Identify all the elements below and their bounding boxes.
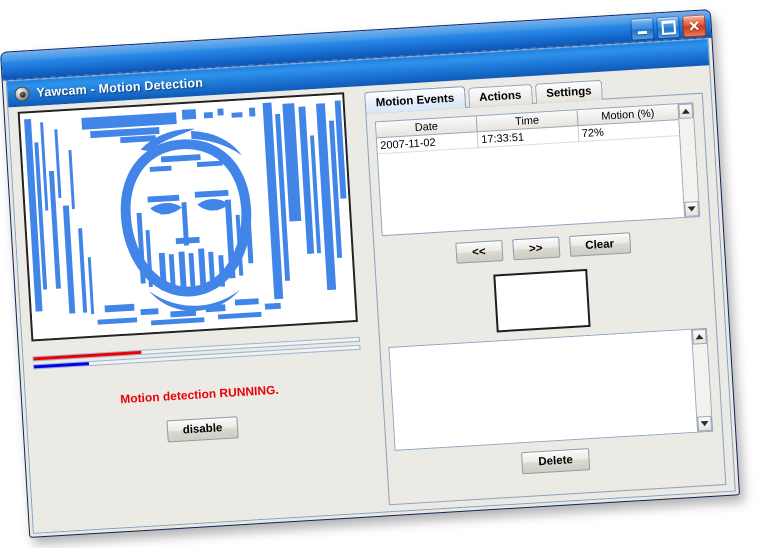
scroll-up-icon: [695, 334, 704, 340]
app-title-label: Yawcam - Motion Detection: [36, 75, 204, 100]
event-detail-list[interactable]: [389, 329, 698, 450]
navigation-buttons: << >> Clear: [374, 227, 711, 268]
motion-events-panel: Date Time Motion (%) 2007-11-02 17:33:51…: [365, 92, 727, 506]
webcam-icon: [14, 85, 30, 102]
motion-video-frame[interactable]: [17, 92, 358, 342]
scroll-down-icon: [687, 206, 696, 212]
scroll-up-button[interactable]: [691, 328, 707, 345]
left-pane: Motion detection RUNNING. disable: [8, 86, 381, 533]
level-bars: [32, 336, 361, 373]
scroll-up-button[interactable]: [678, 103, 694, 120]
event-detail-list-container: [388, 327, 714, 451]
event-preview-thumbnail[interactable]: [493, 268, 591, 333]
disable-button[interactable]: disable: [166, 416, 239, 443]
minimize-button[interactable]: [630, 17, 655, 41]
close-button[interactable]: ✕: [682, 14, 707, 38]
clear-button[interactable]: Clear: [568, 232, 631, 257]
right-pane: Motion Events Actions Settings Date Time…: [355, 65, 735, 512]
maximize-button[interactable]: [656, 15, 681, 40]
scroll-down-icon: [700, 420, 709, 427]
events-table: Date Time Motion (%) 2007-11-02 17:33:51…: [375, 104, 680, 154]
screenshot-root: ✕ Yawcam - Motion Detection Motion detec…: [0, 0, 761, 548]
scroll-track[interactable]: [692, 343, 712, 417]
scroll-down-button[interactable]: [697, 415, 713, 432]
scroll-up-icon: [681, 108, 690, 114]
motion-detection-mask: [19, 94, 356, 340]
delete-button[interactable]: Delete: [521, 448, 591, 475]
window-controls: ✕: [630, 14, 707, 41]
previous-button[interactable]: <<: [454, 240, 503, 264]
events-table-viewport: Date Time Motion (%) 2007-11-02 17:33:51…: [375, 104, 684, 235]
next-button[interactable]: >>: [511, 236, 560, 261]
threshold-level-fill: [33, 362, 90, 369]
tab-settings[interactable]: Settings: [534, 79, 604, 104]
scroll-down-button[interactable]: [684, 201, 700, 217]
status-message: Motion detection RUNNING.: [119, 382, 280, 407]
minimize-icon: [637, 30, 648, 35]
tab-actions[interactable]: Actions: [467, 83, 533, 108]
window-client-area: Yawcam - Motion Detection Motion detecti…: [5, 38, 736, 534]
yawcam-app-panel: Yawcam - Motion Detection Motion detecti…: [6, 39, 735, 533]
maximize-icon: [660, 20, 676, 36]
application-window: ✕ Yawcam - Motion Detection Motion detec…: [0, 9, 741, 538]
close-icon: ✕: [687, 17, 701, 34]
events-table-container: Date Time Motion (%) 2007-11-02 17:33:51…: [374, 102, 701, 237]
